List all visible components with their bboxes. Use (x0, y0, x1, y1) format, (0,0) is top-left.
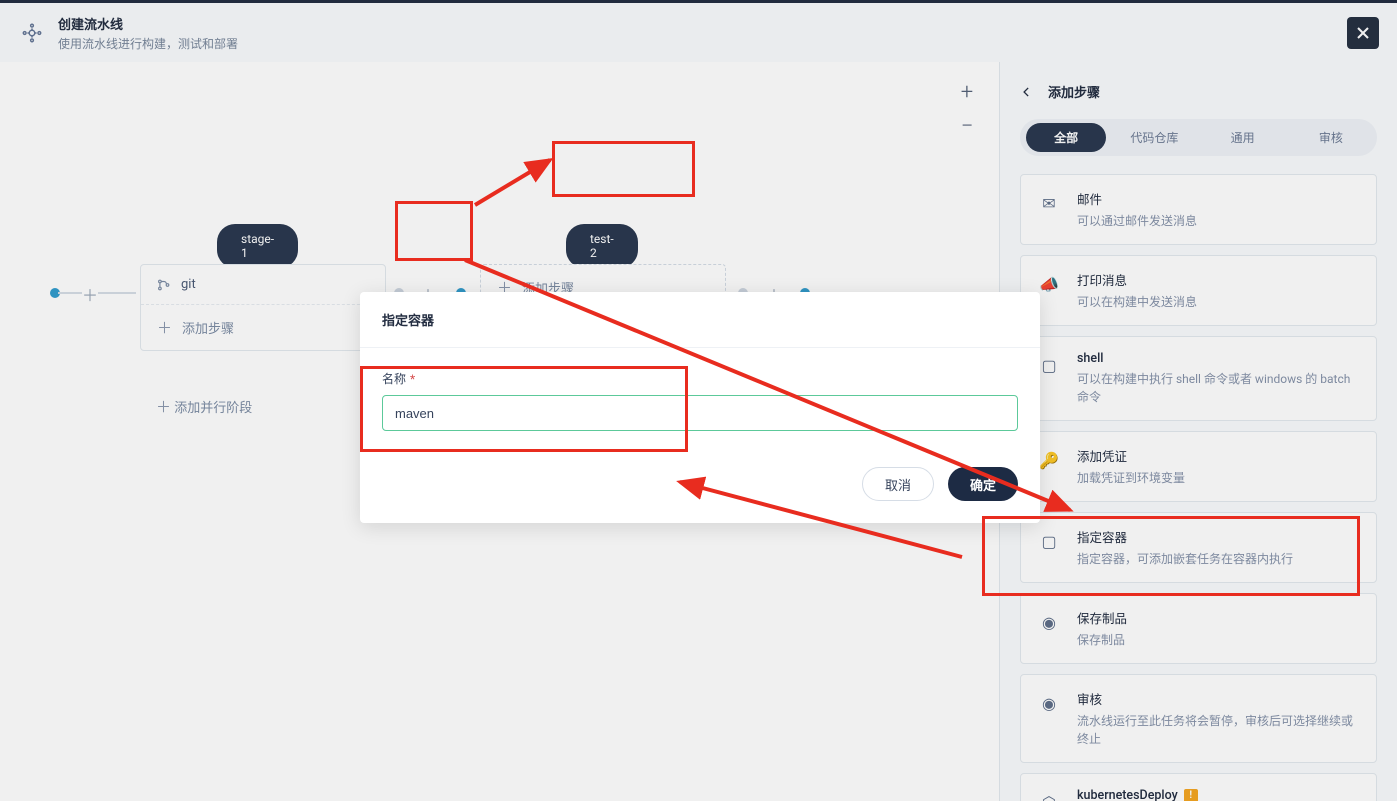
mail-icon: ✉ (1037, 191, 1061, 215)
container-name-input[interactable] (382, 395, 1018, 431)
add-step-button[interactable]: ＋ 添加步骤 (141, 305, 385, 350)
step-git-label: git (181, 277, 196, 292)
step-git[interactable]: git (141, 265, 385, 305)
kubernetes-icon: ⬡ (1037, 790, 1061, 801)
modal-title: 指定容器 (360, 292, 1040, 348)
ok-button[interactable]: 确定 (948, 467, 1018, 501)
logo-icon (18, 19, 46, 47)
back-arrow-icon (1020, 85, 1034, 99)
field-label-name: 名称* (382, 370, 1018, 387)
review-icon: ◉ (1037, 691, 1061, 715)
terminal-icon: ▢ (1037, 353, 1061, 377)
container-icon: ▢ (1037, 529, 1061, 553)
stage-pill-1[interactable]: stage-1 (217, 224, 298, 268)
tab-repo[interactable]: 代码仓库 (1114, 123, 1194, 152)
panel-back-row[interactable]: 添加步骤 (1020, 82, 1377, 101)
step-item-print[interactable]: 📣 打印消息可以在构建中发送消息 (1020, 255, 1377, 326)
disk-icon: ◉ (1037, 610, 1061, 634)
megaphone-icon: 📣 (1037, 272, 1061, 296)
zoom-out-button[interactable]: − (953, 116, 981, 136)
container-modal: 指定容器 名称* 取消 确定 (360, 292, 1040, 523)
zoom-controls: + − (953, 82, 981, 136)
warning-icon: ! (1184, 789, 1198, 801)
close-button[interactable] (1347, 17, 1379, 49)
step-category-tabs: 全部 代码仓库 通用 审核 (1020, 119, 1377, 156)
header-bar: 创建流水线 使用流水线进行构建，测试和部署 (0, 0, 1397, 62)
tab-review[interactable]: 审核 (1291, 123, 1371, 152)
zoom-in-button[interactable]: + (953, 82, 981, 102)
add-parallel-stage-1[interactable]: ＋ 添加并行阶段 (140, 384, 386, 429)
cancel-button[interactable]: 取消 (862, 467, 934, 501)
step-item-shell[interactable]: ▢ shell可以在构建中执行 shell 命令或者 windows 的 bat… (1020, 336, 1377, 421)
connector (98, 292, 136, 294)
step-item-review[interactable]: ◉ 审核流水线运行至此任务将会暂停，审核后可选择继续或终止 (1020, 674, 1377, 763)
panel-title: 添加步骤 (1048, 82, 1100, 101)
step-item-k8s-deploy[interactable]: ⬡ kubernetesDeploy!将资源部署到 kubernetes 集群 (1020, 773, 1377, 801)
tab-all[interactable]: 全部 (1026, 123, 1106, 152)
step-item-archive[interactable]: ◉ 保存制品保存制品 (1020, 593, 1377, 664)
step-item-mail[interactable]: ✉ 邮件可以通过邮件发送消息 (1020, 174, 1377, 245)
page-title: 创建流水线 (58, 14, 238, 33)
right-panel: 添加步骤 全部 代码仓库 通用 审核 ✉ 邮件可以通过邮件发送消息 📣 打印消息… (999, 62, 1397, 801)
stage-card-1: git ＋ 添加步骤 (140, 264, 386, 351)
step-list: ✉ 邮件可以通过邮件发送消息 📣 打印消息可以在构建中发送消息 ▢ shell可… (1020, 174, 1377, 801)
add-step-label: 添加步骤 (182, 318, 234, 337)
step-item-container[interactable]: ▢ 指定容器指定容器，可添加嵌套任务在容器内执行 (1020, 512, 1377, 583)
key-icon: 🔑 (1037, 448, 1061, 472)
add-stage-button[interactable]: ＋ (82, 282, 98, 306)
stage-pill-2[interactable]: test-2 (566, 224, 638, 268)
connector (58, 292, 82, 294)
tab-general[interactable]: 通用 (1203, 123, 1283, 152)
page-subtitle: 使用流水线进行构建，测试和部署 (58, 35, 238, 52)
step-item-credential[interactable]: 🔑 添加凭证加载凭证到环境变量 (1020, 431, 1377, 502)
